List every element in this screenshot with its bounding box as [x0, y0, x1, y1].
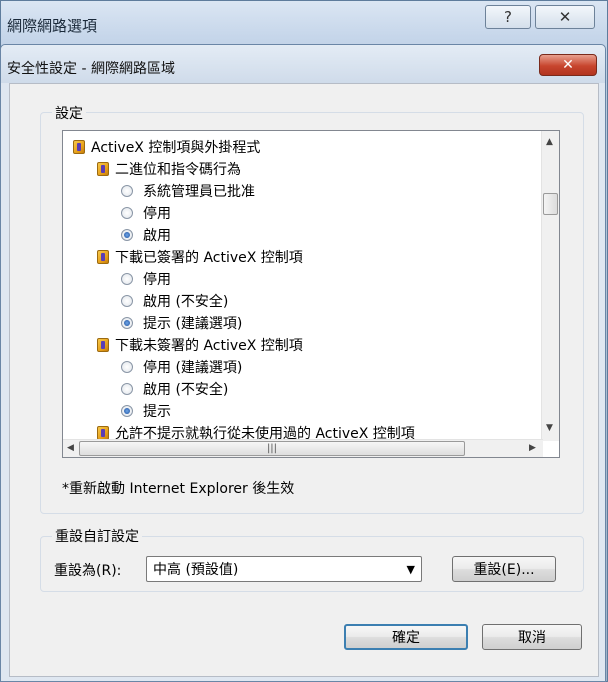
radio-unchecked-icon[interactable]: [121, 273, 133, 285]
dialog-titlebar: 安全性設定 - 網際網路區域 ✕: [1, 45, 605, 83]
tree-item-label: 提示: [143, 404, 171, 420]
tree-category[interactable]: 二進位和指令碼行為: [97, 159, 241, 179]
tree-option[interactable]: 提示 (建議選項): [121, 313, 242, 333]
radio-unchecked-icon[interactable]: [121, 185, 133, 197]
tree-item-label: 下載未簽署的 ActiveX 控制項: [115, 338, 303, 354]
tree-option[interactable]: 系統管理員已批准: [121, 181, 255, 201]
folder-shield-icon: [97, 426, 109, 440]
radio-checked-icon[interactable]: [121, 229, 133, 241]
tree-option[interactable]: 啟用 (不安全): [121, 379, 228, 399]
tree-item-label: 啟用: [143, 228, 171, 244]
folder-shield-icon: [73, 140, 85, 154]
restart-note: *重新啟動 Internet Explorer 後生效: [62, 481, 295, 497]
scroll-down-icon[interactable]: ▼: [546, 423, 553, 433]
tree-item-label: 啟用 (不安全): [143, 382, 229, 398]
tree-item-label: 啟用 (不安全): [143, 294, 229, 310]
tree-category[interactable]: ActiveX 控制項與外掛程式: [73, 137, 260, 157]
dialog-close-button[interactable]: ✕: [539, 54, 597, 76]
tree-option[interactable]: 停用: [121, 269, 171, 289]
tree-item-label: 停用: [143, 272, 171, 288]
horizontal-scroll-thumb[interactable]: |||: [79, 441, 465, 456]
vertical-scroll-thumb[interactable]: [543, 193, 558, 215]
radio-unchecked-icon[interactable]: [121, 383, 133, 395]
reset-group-label: 重設自訂設定: [52, 526, 142, 546]
tree-item-label: 提示 (建議選項): [143, 316, 243, 332]
cancel-button[interactable]: 取消: [482, 624, 582, 650]
radio-unchecked-icon[interactable]: [121, 207, 133, 219]
tree-item-label: 停用 (建議選項): [143, 360, 243, 376]
ok-button-label: 確定: [392, 630, 420, 646]
tree-item-label: 二進位和指令碼行為: [115, 162, 241, 178]
tree-option[interactable]: 啟用 (不安全): [121, 291, 228, 311]
tree-option[interactable]: 停用: [121, 203, 171, 223]
tree-item-label: 下載已簽署的 ActiveX 控制項: [115, 250, 303, 266]
chevron-down-icon: ▼: [406, 563, 415, 576]
security-settings-tree[interactable]: ActiveX 控制項與外掛程式 二進位和指令碼行為 系統管理員已批准 停用 啟用 下載已…: [62, 130, 560, 458]
scroll-up-icon[interactable]: ▲: [546, 137, 553, 147]
tree-option[interactable]: 啟用: [121, 225, 171, 245]
scroll-right-icon[interactable]: ▶: [529, 443, 536, 453]
radio-checked-icon[interactable]: [121, 405, 133, 417]
reset-to-label: 重設為(R):: [54, 563, 122, 579]
dialog-title: 安全性設定 - 網際網路區域: [7, 61, 175, 77]
ok-button[interactable]: 確定: [344, 624, 468, 650]
vertical-scrollbar[interactable]: ▲ ▼: [541, 131, 559, 441]
tree-item-label: 停用: [143, 206, 171, 222]
reset-level-value: 中高 (預設值): [153, 562, 239, 578]
tree-item-label: 系統管理員已批准: [143, 184, 255, 200]
scroll-left-icon[interactable]: ◀: [67, 443, 74, 453]
settings-group-label: 設定: [52, 103, 86, 123]
cancel-button-label: 取消: [518, 630, 546, 646]
folder-shield-icon: [97, 162, 109, 176]
radio-unchecked-icon[interactable]: [121, 361, 133, 373]
radio-unchecked-icon[interactable]: [121, 295, 133, 307]
reset-button-label: 重設(E)...: [473, 562, 535, 578]
help-button[interactable]: ?: [485, 5, 531, 29]
help-icon: ?: [504, 8, 512, 26]
horizontal-scrollbar[interactable]: ◀ ||| ▶: [63, 439, 543, 457]
outer-window-title: 網際網路選項: [7, 17, 98, 35]
radio-checked-icon[interactable]: [121, 317, 133, 329]
reset-button[interactable]: 重設(E)...: [452, 556, 556, 582]
tree-category[interactable]: 下載未簽署的 ActiveX 控制項: [97, 335, 303, 355]
tree-category[interactable]: 下載已簽署的 ActiveX 控制項: [97, 247, 303, 267]
close-icon: ✕: [562, 57, 574, 73]
folder-shield-icon: [97, 250, 109, 264]
folder-shield-icon: [97, 338, 109, 352]
reset-level-select[interactable]: 中高 (預設值) ▼: [146, 556, 422, 582]
tree-option[interactable]: 停用 (建議選項): [121, 357, 242, 377]
close-icon: ✕: [558, 8, 572, 26]
outer-close-button[interactable]: ✕: [535, 5, 595, 29]
tree-option[interactable]: 提示: [121, 401, 171, 421]
tree-item-label: ActiveX 控制項與外掛程式: [91, 140, 261, 156]
